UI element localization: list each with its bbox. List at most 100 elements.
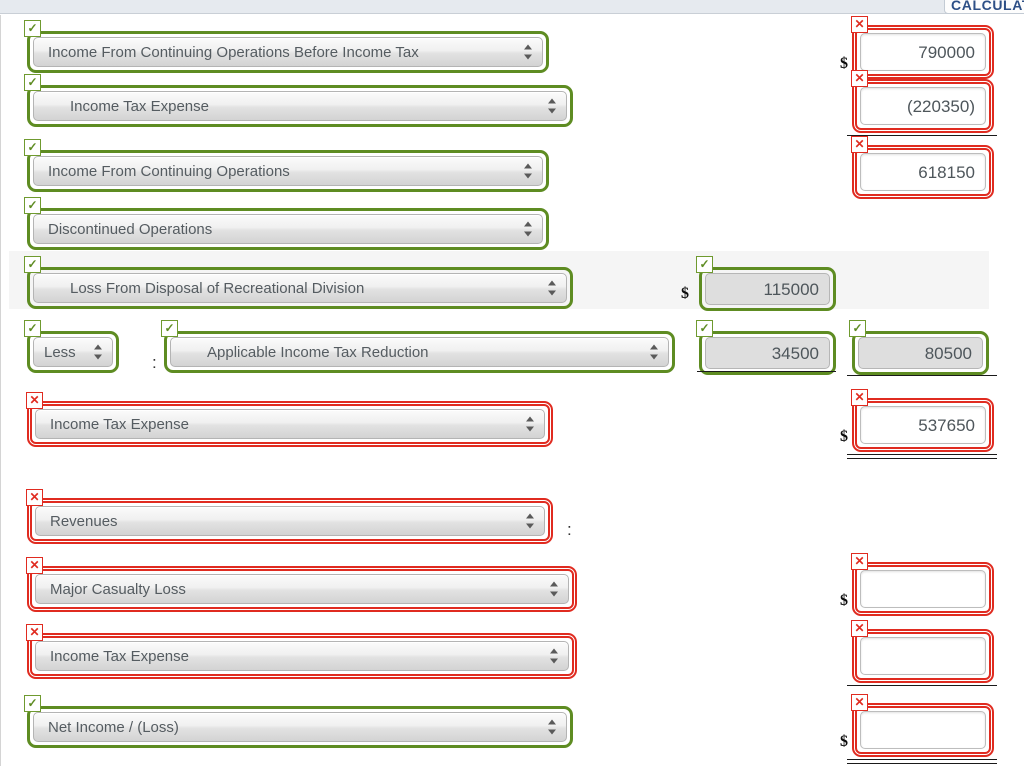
row-income-tax-expense-1-amount-input[interactable]: (220350) bbox=[860, 87, 986, 125]
validation-wrapper-ok: ✓ 115000 bbox=[696, 256, 836, 311]
row-income-tax-expense-2-account-select[interactable]: Income Tax Expense bbox=[35, 409, 545, 439]
chevron-updown-icon bbox=[94, 344, 103, 361]
row-income-tax-expense-2-amount-input[interactable]: 537650 bbox=[860, 406, 986, 444]
valid-check-icon: ✓ bbox=[24, 139, 41, 156]
invalid-cross-icon: ✕ bbox=[851, 389, 868, 406]
row-major-casualty-loss-account-label: Major Casualty Loss bbox=[50, 581, 186, 598]
validation-wrapper-err: ✕ 537650 bbox=[851, 389, 994, 452]
worksheet-row: ✓ Income From Continuing Operations ✕ 61815… bbox=[9, 134, 994, 199]
row-applicable-income-tax-reduction-modifier-label: Less bbox=[44, 344, 76, 361]
validation-wrapper-ok: ✓ Income From Continuing Operations Befor… bbox=[24, 20, 549, 73]
row-discontinued-operations-account-label: Discontinued Operations bbox=[48, 221, 213, 238]
top-toolbar: CALCULATE bbox=[0, 0, 1024, 14]
row-loss-from-disposal-account-select[interactable]: Loss From Disposal of Recreational Divis… bbox=[33, 273, 567, 303]
row-income-tax-expense-3-account-label: Income Tax Expense bbox=[50, 648, 189, 665]
validation-wrapper-err: ✕ Income Tax Expense bbox=[26, 392, 553, 447]
worksheet-row: ✕ Income Tax Expense ✕ bbox=[9, 617, 997, 686]
chevron-updown-icon bbox=[548, 98, 557, 115]
row-major-casualty-loss-account-select[interactable]: Major Casualty Loss bbox=[35, 574, 569, 604]
row-major-casualty-loss-amount-input[interactable] bbox=[860, 570, 986, 608]
row-income-before-tax-account-select[interactable]: Income From Continuing Operations Before… bbox=[33, 37, 543, 67]
chevron-updown-icon bbox=[526, 416, 535, 433]
row-applicable-income-tax-reduction-amount-input[interactable]: 80500 bbox=[858, 337, 983, 369]
row-income-before-tax-account-label: Income From Continuing Operations Before… bbox=[48, 44, 419, 61]
validation-wrapper-ok: ✓ Loss From Disposal of Recreational Divi… bbox=[24, 256, 573, 309]
row-income-tax-expense-1-account-label: Income Tax Expense bbox=[70, 98, 209, 115]
valid-check-icon: ✓ bbox=[24, 695, 41, 712]
validation-wrapper-err: ✕ Income Tax Expense bbox=[26, 624, 577, 679]
chevron-updown-icon bbox=[524, 44, 533, 61]
row-net-income-loss-account-select[interactable]: Net Income / (Loss) bbox=[33, 712, 567, 742]
worksheet-row: ✕ Revenues: bbox=[9, 482, 989, 544]
valid-check-icon: ✓ bbox=[24, 320, 41, 337]
row-income-tax-expense-3-account-select[interactable]: Income Tax Expense bbox=[35, 641, 569, 671]
worksheet-row: ✓ Income Tax Expense ✕ (220350) bbox=[9, 69, 997, 136]
trailing-colon: : bbox=[567, 520, 572, 539]
row-income-from-continuing-operations-account-label: Income From Continuing Operations bbox=[48, 163, 290, 180]
validation-wrapper-err: ✕ Major Casualty Loss bbox=[26, 557, 577, 612]
row-applicable-income-tax-reduction-subamount-input[interactable]: 34500 bbox=[705, 337, 830, 369]
chevron-updown-icon bbox=[550, 648, 559, 665]
invalid-cross-icon: ✕ bbox=[851, 16, 868, 33]
validation-wrapper-ok: ✓ Applicable Income Tax Reduction bbox=[161, 320, 675, 373]
currency-symbol: $ bbox=[681, 285, 689, 302]
validation-wrapper-ok: ✓ 34500 bbox=[696, 320, 836, 375]
valid-check-icon: ✓ bbox=[849, 320, 866, 337]
subtotal-rule bbox=[697, 371, 836, 372]
row-applicable-income-tax-reduction-account-select[interactable]: Applicable Income Tax Reduction bbox=[170, 337, 669, 367]
calculate-button[interactable]: CALCULATE bbox=[944, 0, 1024, 14]
row-applicable-income-tax-reduction-account-label: Applicable Income Tax Reduction bbox=[207, 344, 429, 361]
currency-symbol: $ bbox=[840, 592, 848, 609]
valid-check-icon: ✓ bbox=[696, 256, 713, 273]
validation-wrapper-err: ✕ bbox=[851, 553, 994, 616]
invalid-cross-icon: ✕ bbox=[26, 392, 43, 409]
worksheet-row: ✕ Income Tax Expense ✕ 537650 $ bbox=[9, 385, 997, 459]
row-applicable-income-tax-reduction-modifier-select[interactable]: Less bbox=[33, 337, 113, 367]
validation-wrapper-ok: ✓ Income From Continuing Operations bbox=[24, 139, 549, 192]
chevron-updown-icon bbox=[524, 163, 533, 180]
invalid-cross-icon: ✕ bbox=[851, 136, 868, 153]
row-income-tax-expense-1-account-select[interactable]: Income Tax Expense bbox=[33, 91, 567, 121]
row-income-before-tax-amount-input[interactable]: 790000 bbox=[860, 33, 986, 71]
invalid-cross-icon: ✕ bbox=[26, 489, 43, 506]
invalid-cross-icon: ✕ bbox=[26, 624, 43, 641]
currency-symbol: $ bbox=[840, 733, 848, 750]
chevron-updown-icon bbox=[650, 344, 659, 361]
validation-wrapper-err: ✕ (220350) bbox=[851, 70, 994, 133]
validation-wrapper-ok: ✓ 80500 bbox=[849, 320, 989, 375]
validation-wrapper-ok: ✓ Income Tax Expense bbox=[24, 74, 573, 127]
separator-colon: : bbox=[152, 353, 157, 372]
chevron-updown-icon bbox=[548, 280, 557, 297]
subtotal-rule bbox=[847, 375, 997, 376]
row-discontinued-operations-account-select[interactable]: Discontinued Operations bbox=[33, 214, 543, 244]
subtotal-rule bbox=[847, 685, 997, 686]
total-double-rule bbox=[847, 454, 997, 459]
invalid-cross-icon: ✕ bbox=[851, 70, 868, 87]
row-revenues-account-select[interactable]: Revenues bbox=[35, 506, 545, 536]
validation-wrapper-err: ✕ Revenues bbox=[26, 489, 553, 544]
row-revenues-account-label: Revenues bbox=[50, 513, 118, 530]
worksheet-row: ✕ Major Casualty Loss ✕ $ bbox=[9, 550, 994, 616]
total-double-rule bbox=[847, 759, 997, 764]
row-loss-from-disposal-subamount-input[interactable]: 115000 bbox=[705, 273, 830, 305]
validation-wrapper-ok: ✓ Discontinued Operations bbox=[24, 197, 549, 250]
worksheet-row: ✓ Income From Continuing Operations Befor… bbox=[9, 15, 994, 79]
worksheet-row: ✓ Less: ✓ Applicable Income Tax Reduction ✓ 3… bbox=[9, 315, 997, 376]
row-net-income-loss-amount-input[interactable] bbox=[860, 711, 986, 749]
row-income-from-continuing-operations-account-select[interactable]: Income From Continuing Operations bbox=[33, 156, 543, 186]
row-income-tax-expense-3-amount-input[interactable] bbox=[860, 637, 986, 675]
worksheet-scroll-area[interactable]: ✓ Income From Continuing Operations Befor… bbox=[0, 15, 1024, 766]
worksheet-row: ✓ Discontinued Operations bbox=[9, 192, 989, 250]
worksheet-rows-container: ✓ Income From Continuing Operations Befor… bbox=[1, 15, 1024, 766]
validation-wrapper-err: ✕ bbox=[851, 694, 994, 757]
chevron-updown-icon bbox=[526, 513, 535, 530]
validation-wrapper-ok: ✓ Less bbox=[24, 320, 119, 373]
row-loss-from-disposal-account-label: Loss From Disposal of Recreational Divis… bbox=[70, 280, 365, 297]
row-income-from-continuing-operations-amount-input[interactable]: 618150 bbox=[860, 153, 986, 191]
validation-wrapper-ok: ✓ Net Income / (Loss) bbox=[24, 695, 573, 748]
worksheet-row: ✓ Loss From Disposal of Recreational Divi… bbox=[9, 251, 989, 311]
valid-check-icon: ✓ bbox=[696, 320, 713, 337]
invalid-cross-icon: ✕ bbox=[851, 620, 868, 637]
row-income-tax-expense-2-account-label: Income Tax Expense bbox=[50, 416, 189, 433]
valid-check-icon: ✓ bbox=[24, 20, 41, 37]
